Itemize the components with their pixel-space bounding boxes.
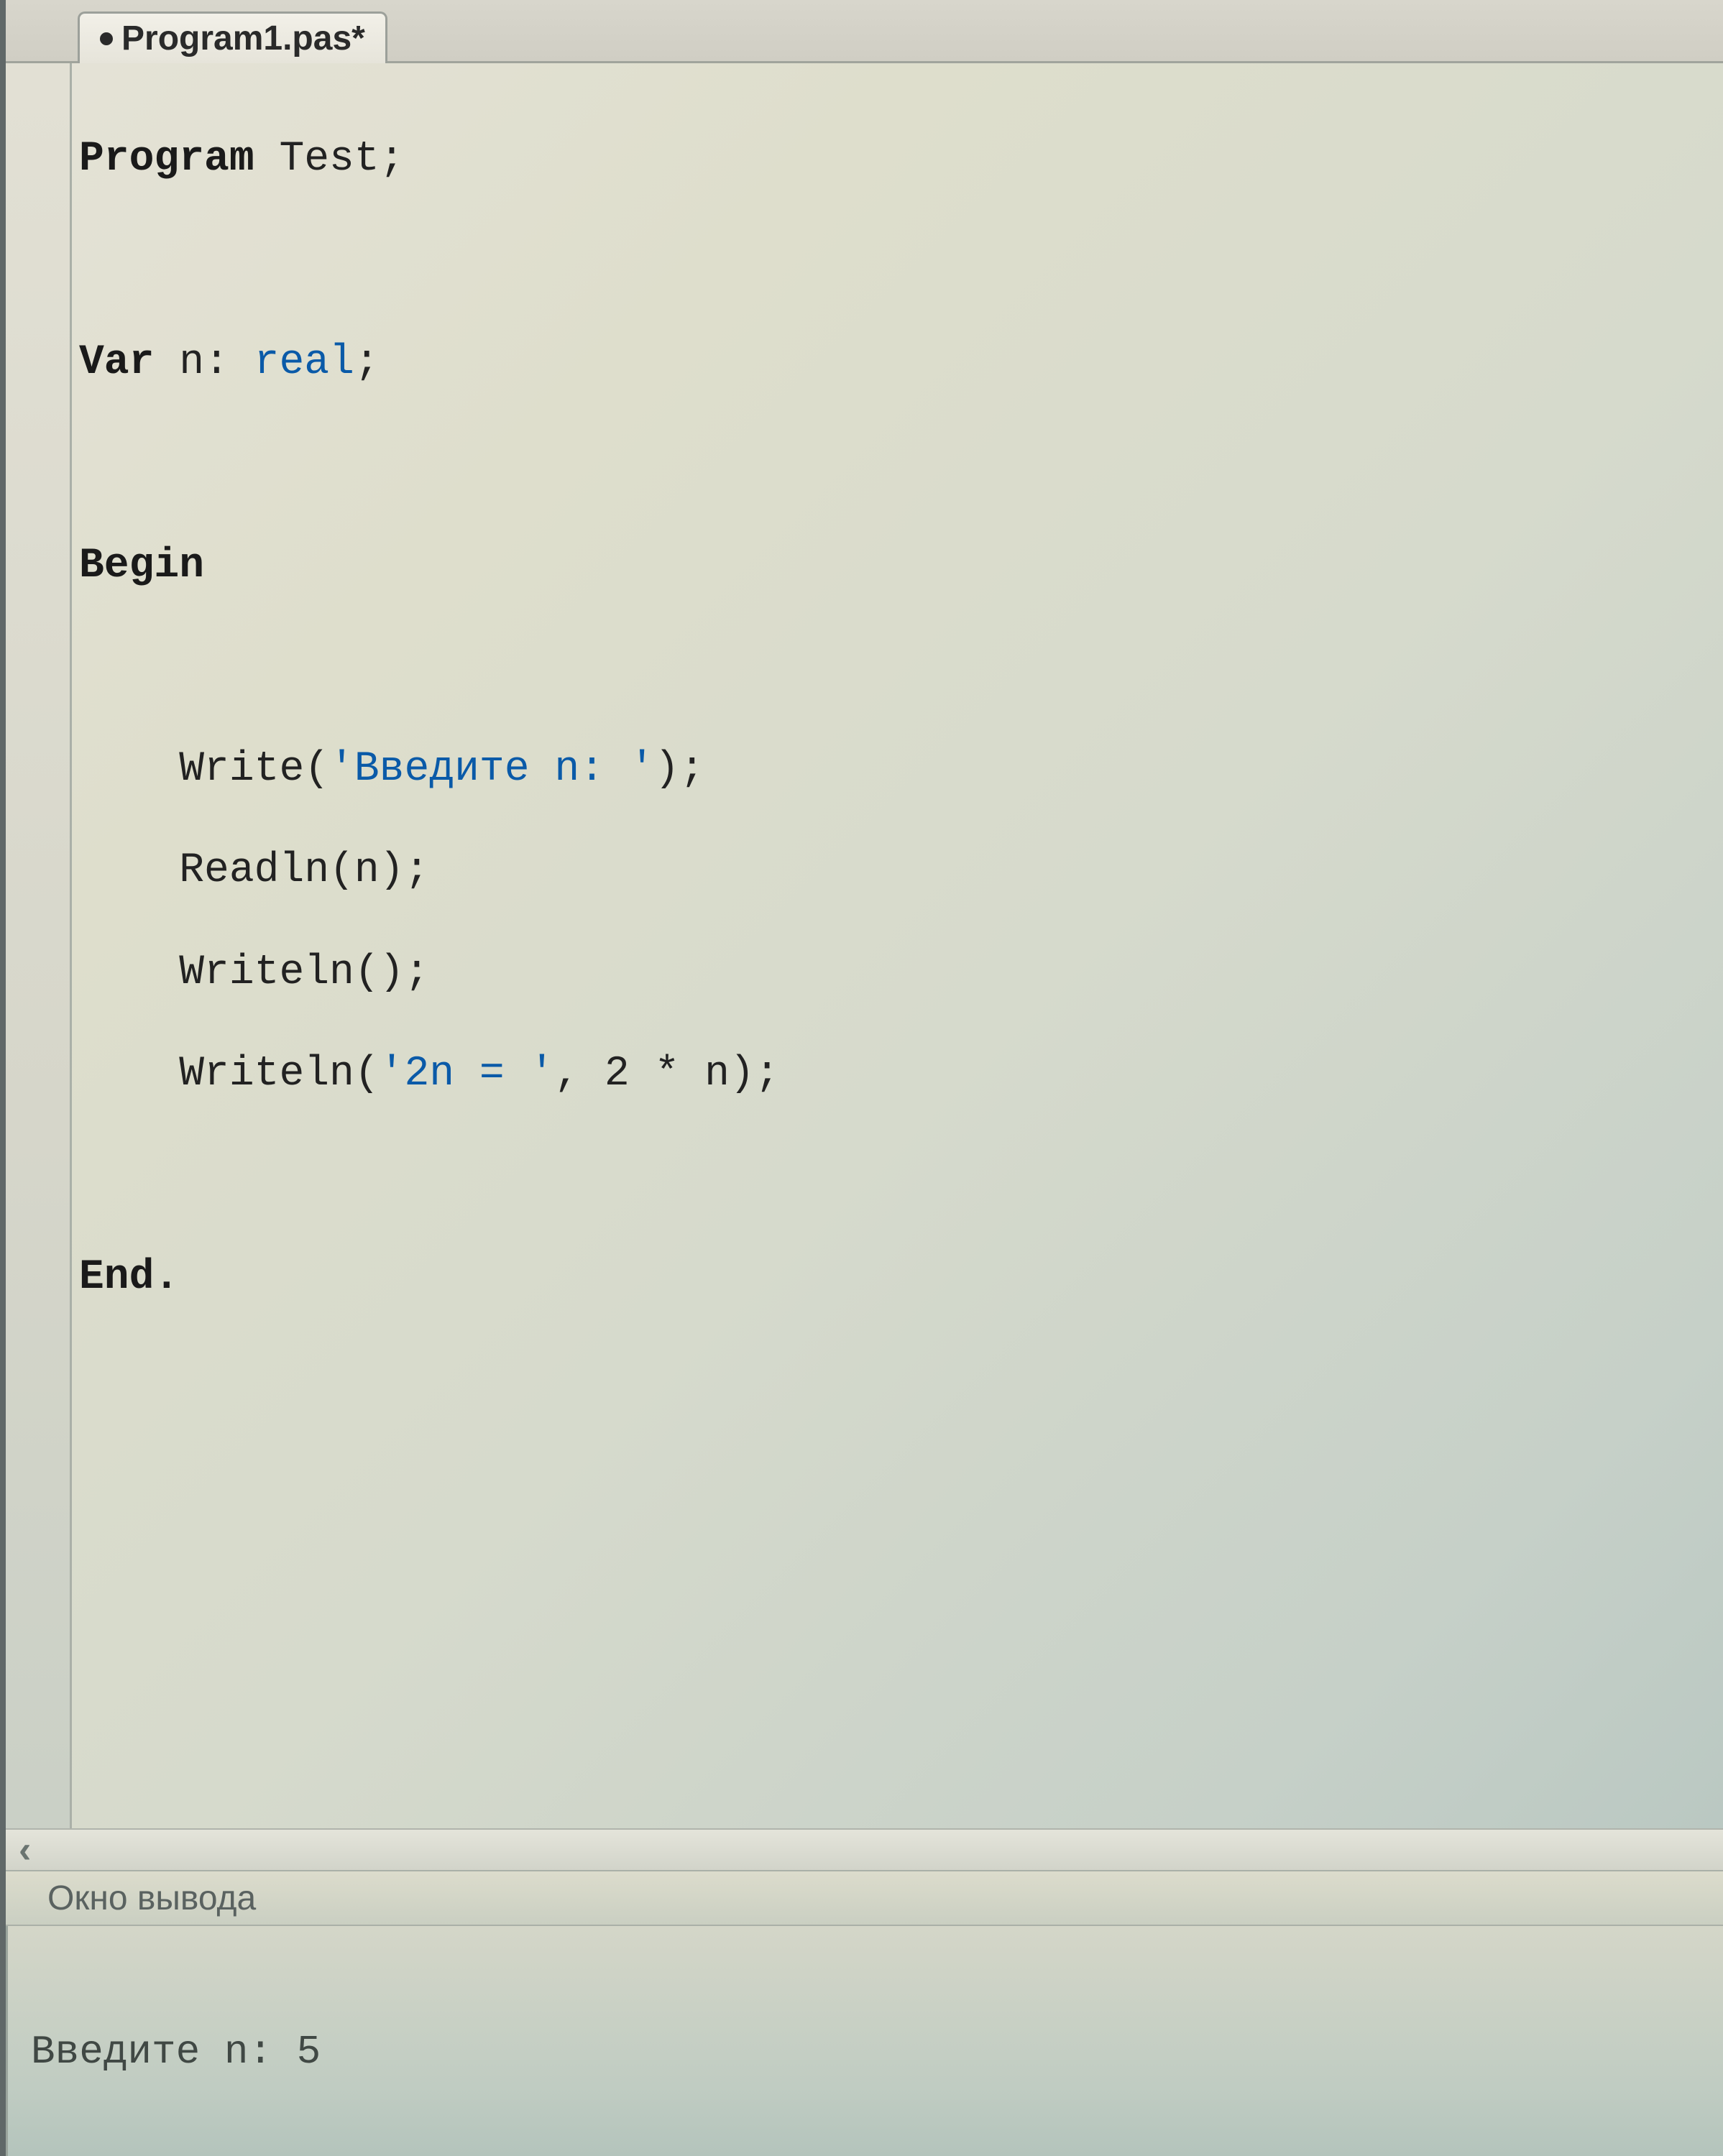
output-panel-title: Окно вывода: [6, 1870, 1723, 1926]
file-tab[interactable]: Program1.pas*: [78, 11, 387, 63]
code-editor[interactable]: Program Test; Var n: real; Begin Write('…: [72, 63, 1723, 1828]
code-type-real: real: [254, 339, 354, 386]
tab-bar: Program1.pas*: [6, 0, 1723, 63]
code-text: Readln(n);: [79, 847, 429, 894]
code-string: '2n = ': [380, 1051, 555, 1097]
ide-window: Program1.pas* Program Test; Var n: real;…: [0, 0, 1723, 2156]
code-text: );: [655, 746, 705, 793]
code-text: n:: [154, 339, 254, 386]
code-string: 'Введите n: ': [329, 746, 654, 793]
code-text: Writeln();: [79, 949, 429, 996]
code-kw-var: Var: [79, 339, 154, 386]
output-panel[interactable]: Введите n: 5 2n = 10: [6, 1926, 1723, 2156]
code-text: Test;: [254, 136, 405, 183]
output-line: Введите n: 5: [31, 2029, 321, 2075]
tab-filename: Program1.pas*: [121, 19, 365, 58]
code-kw-end: End.: [79, 1254, 179, 1301]
code-text: ;: [354, 339, 380, 386]
code-text: Writeln(: [79, 1051, 380, 1097]
scroll-left-icon[interactable]: ‹: [19, 1828, 31, 1871]
line-gutter: [6, 63, 72, 1828]
horizontal-scrollbar[interactable]: ‹: [6, 1828, 1723, 1870]
output-title-text: Окно вывода: [47, 1879, 256, 1918]
code-text: Write(: [79, 746, 329, 793]
editor-pane: Program Test; Var n: real; Begin Write('…: [6, 63, 1723, 1828]
code-kw-program: Program: [79, 136, 254, 183]
code-text: , 2 * n);: [554, 1051, 779, 1097]
modified-dot-icon: [100, 32, 113, 45]
code-kw-begin: Begin: [79, 543, 204, 589]
